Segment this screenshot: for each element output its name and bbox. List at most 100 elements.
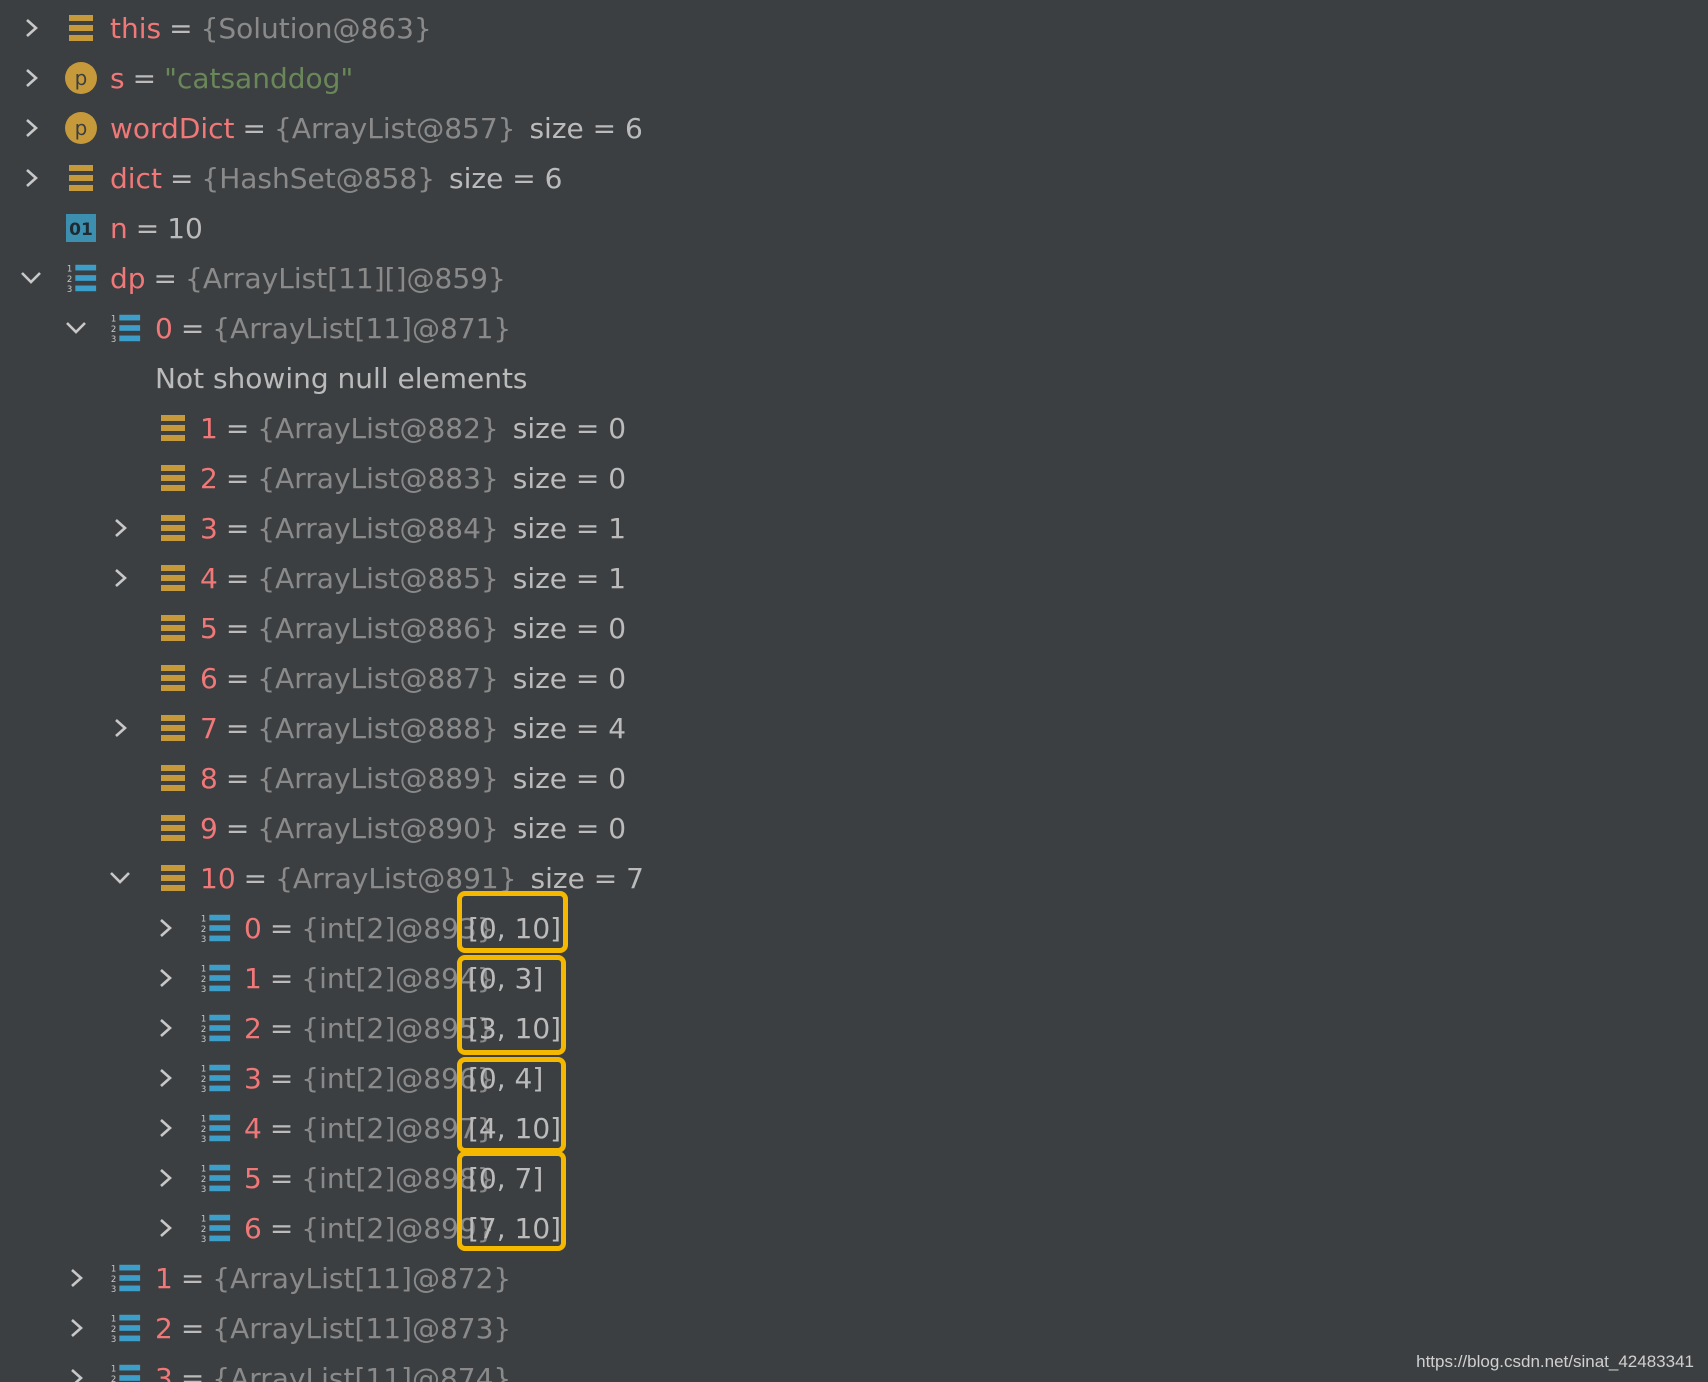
- tree-row[interactable]: 10 = {ArrayList@891} size = 7: [0, 853, 1708, 903]
- tree-row[interactable]: 123 0 = {ArrayList[11]@871}: [0, 303, 1708, 353]
- chevron-right-icon[interactable]: [149, 1053, 181, 1103]
- variable-type: {ArrayList@889}: [257, 761, 499, 795]
- tree-row[interactable]: 123 1 = {ArrayList[11]@872}: [0, 1253, 1708, 1303]
- chevron-right-icon[interactable]: [149, 1003, 181, 1053]
- tree-row[interactable]: 123 2 = {ArrayList[11]@873}: [0, 1303, 1708, 1353]
- variable-text: 1 = {ArrayList[11]@872}: [155, 1253, 511, 1303]
- svg-text:1: 1: [201, 1114, 206, 1124]
- chevron-right-icon[interactable]: [149, 1153, 181, 1203]
- variable-type: {ArrayList@884}: [257, 511, 499, 545]
- svg-text:2: 2: [111, 1275, 116, 1285]
- equals-sign: =: [135, 211, 160, 245]
- tree-row[interactable]: 123 0 = {int[2]@893} [0, 10]: [0, 903, 1708, 953]
- chevron-right-icon[interactable]: [60, 1303, 92, 1353]
- svg-text:1: 1: [201, 1164, 206, 1174]
- chevron-right-icon[interactable]: [15, 153, 47, 203]
- variable-name: dp: [110, 261, 146, 295]
- array-icon: 123: [198, 1203, 232, 1253]
- string-value: "catsanddog": [164, 61, 354, 95]
- tree-row[interactable]: 2 = {ArrayList@883} size = 0: [0, 453, 1708, 503]
- size-label: size = 6: [529, 111, 643, 145]
- tree-row[interactable]: 123 3 = {int[2]@896} [0, 4]: [0, 1053, 1708, 1103]
- chevron-right-icon[interactable]: [149, 1103, 181, 1153]
- tree-row[interactable]: 6 = {ArrayList@887} size = 0: [0, 653, 1708, 703]
- variable-text: 8 = {ArrayList@889} size = 0: [200, 753, 626, 803]
- variable-name: 9: [200, 811, 218, 845]
- field-icon: [156, 603, 190, 653]
- equals-sign: =: [225, 761, 250, 795]
- tree-row[interactable]: 123 5 = {int[2]@898} [0, 7]: [0, 1153, 1708, 1203]
- variable-text: s = "catsanddog": [110, 53, 353, 103]
- chevron-right-icon[interactable]: [149, 953, 181, 1003]
- svg-text:2: 2: [201, 1175, 206, 1185]
- variable-text: 3 = {ArrayList@884} size = 1: [200, 503, 626, 553]
- tree-row[interactable]: 01 n = 10: [0, 203, 1708, 253]
- tree-row[interactable]: this = {Solution@863}: [0, 3, 1708, 53]
- equals-sign: =: [153, 261, 178, 295]
- variable-text: 6 = {ArrayList@887} size = 0: [200, 653, 626, 703]
- array-icon: 123: [198, 953, 232, 1003]
- tree-row[interactable]: 7 = {ArrayList@888} size = 4: [0, 703, 1708, 753]
- svg-text:1: 1: [67, 264, 72, 274]
- chevron-right-icon[interactable]: [104, 703, 136, 753]
- parameter-icon: p: [64, 53, 98, 103]
- array-icon: 123: [108, 1253, 142, 1303]
- variable-name: 5: [244, 1161, 262, 1195]
- array-icon: 123: [198, 1153, 232, 1203]
- tree-row[interactable]: 123 2 = {int[2]@895} [3, 10]: [0, 1003, 1708, 1053]
- tree-row[interactable]: 123 4 = {int[2]@897} [4, 10]: [0, 1103, 1708, 1153]
- equals-sign: =: [225, 711, 250, 745]
- tree-row[interactable]: 123 6 = {int[2]@899} [7, 10]: [0, 1203, 1708, 1253]
- svg-text:1: 1: [201, 964, 206, 974]
- svg-text:1: 1: [111, 1314, 116, 1324]
- tree-row[interactable]: dict = {HashSet@858} size = 6: [0, 153, 1708, 203]
- chevron-right-icon[interactable]: [149, 1203, 181, 1253]
- chevron-right-icon[interactable]: [104, 553, 136, 603]
- size-label: size = 0: [512, 811, 627, 845]
- svg-text:2: 2: [201, 1075, 206, 1085]
- variable-value: 10: [167, 211, 203, 245]
- chevron-right-icon[interactable]: [15, 53, 47, 103]
- tree-row: Not showing null elements: [0, 353, 1708, 403]
- variable-text: 10 = {ArrayList@891} size = 7: [200, 853, 644, 903]
- field-icon: [156, 803, 190, 853]
- variable-name: this: [110, 11, 162, 45]
- tree-row[interactable]: p s = "catsanddog": [0, 53, 1708, 103]
- variable-name: 10: [200, 861, 236, 895]
- size-label: size = 1: [512, 511, 627, 545]
- svg-text:1: 1: [111, 1364, 116, 1374]
- tree-row[interactable]: 4 = {ArrayList@885} size = 1: [0, 553, 1708, 603]
- field-icon: [156, 503, 190, 553]
- chevron-down-icon[interactable]: [15, 253, 47, 303]
- variable-type: {ArrayList@857}: [274, 111, 516, 145]
- tree-row[interactable]: 123 1 = {int[2]@894} [0, 3]: [0, 953, 1708, 1003]
- size-label: size = 0: [512, 761, 627, 795]
- tree-row[interactable]: p wordDict = {ArrayList@857} size = 6: [0, 103, 1708, 153]
- size-label: size = 0: [512, 661, 627, 695]
- chevron-right-icon[interactable]: [104, 503, 136, 553]
- variable-name: 0: [244, 911, 262, 945]
- chevron-right-icon[interactable]: [60, 1253, 92, 1303]
- variable-text: 2 = {ArrayList[11]@873}: [155, 1303, 511, 1353]
- chevron-right-icon[interactable]: [15, 103, 47, 153]
- variable-name: 2: [244, 1011, 262, 1045]
- svg-text:3: 3: [201, 1085, 206, 1095]
- svg-text:2: 2: [201, 1025, 206, 1035]
- variable-type: {ArrayList@882}: [257, 411, 499, 445]
- chevron-right-icon[interactable]: [15, 3, 47, 53]
- svg-text:2: 2: [111, 1375, 116, 1382]
- svg-text:2: 2: [111, 325, 116, 335]
- tree-row[interactable]: 8 = {ArrayList@889} size = 0: [0, 753, 1708, 803]
- tree-row[interactable]: 1 = {ArrayList@882} size = 0: [0, 403, 1708, 453]
- tree-row[interactable]: 123 dp = {ArrayList[11][]@859}: [0, 253, 1708, 303]
- size-label: size = 4: [512, 711, 627, 745]
- equals-sign: =: [269, 1211, 294, 1245]
- chevron-right-icon[interactable]: [149, 903, 181, 953]
- tree-row[interactable]: 3 = {ArrayList@884} size = 1: [0, 503, 1708, 553]
- chevron-right-icon[interactable]: [60, 1353, 92, 1382]
- variable-type: {ArrayList[11]@871}: [212, 311, 512, 345]
- tree-row[interactable]: 5 = {ArrayList@886} size = 0: [0, 603, 1708, 653]
- tree-row[interactable]: 9 = {ArrayList@890} size = 0: [0, 803, 1708, 853]
- chevron-down-icon[interactable]: [60, 303, 92, 353]
- chevron-down-icon[interactable]: [104, 853, 136, 903]
